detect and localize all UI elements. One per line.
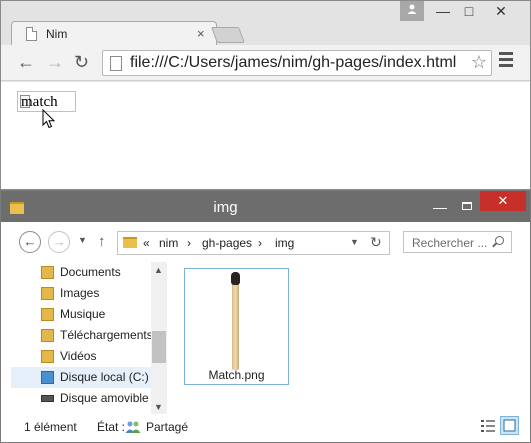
match-head	[231, 272, 240, 285]
refresh-button[interactable]: ↻	[370, 234, 382, 251]
scroll-down-chevron-icon[interactable]: ▼	[154, 402, 163, 412]
search-box[interactable]: Rechercher ...	[403, 231, 512, 253]
search-placeholder: Rechercher ...	[412, 236, 488, 250]
up-button[interactable]: ↑	[98, 233, 106, 250]
downloads-folder-icon	[41, 329, 54, 342]
breadcrumb-nim[interactable]: nim	[159, 236, 178, 250]
bookmark-star-icon[interactable]: ☆	[471, 52, 487, 73]
forward-button[interactable]: →	[48, 231, 70, 253]
state-value: Partagé	[146, 420, 189, 434]
shared-users-icon	[125, 421, 141, 433]
explorer-address-bar[interactable]: « nim › gh-pages › img ▼ ↻	[117, 231, 390, 255]
menu-icon[interactable]	[499, 52, 513, 70]
search-icon[interactable]	[495, 236, 504, 245]
removable-drive-icon	[41, 395, 54, 402]
person-icon[interactable]	[400, 1, 424, 21]
nav-item-images[interactable]: Images	[11, 283, 151, 304]
nav-item-musique[interactable]: Musique	[11, 304, 151, 325]
drive-icon	[41, 371, 54, 384]
nav-item-label: Disque local (C:)	[60, 370, 149, 384]
mouse-cursor-icon	[42, 109, 56, 129]
minimize-button[interactable]: —	[433, 199, 447, 215]
folder-icon	[123, 237, 137, 248]
status-bar: 1 élément État : Partagé	[1, 414, 530, 442]
back-button[interactable]: ←	[19, 231, 41, 253]
tab-strip: Nim × — □ ✕	[1, 1, 530, 46]
nav-item-label: Images	[60, 286, 100, 300]
details-view-icon[interactable]	[479, 417, 497, 435]
new-tab-button[interactable]	[211, 27, 245, 43]
pictures-folder-icon	[41, 287, 54, 300]
breadcrumb-overflow[interactable]: «	[143, 236, 150, 250]
breadcrumb-gh-pages[interactable]: gh-pages	[202, 236, 252, 250]
state-label: État :	[97, 420, 126, 434]
minimize-button[interactable]: —	[433, 1, 453, 21]
url-text[interactable]: file:///C:/Users/james/nim/gh-pages/inde…	[130, 54, 456, 72]
explorer-window: img — ✕ ← → ▼ ↑ « nim › gh-pages › img ▼…	[0, 190, 531, 443]
nav-item-label: Documents	[60, 265, 121, 279]
videos-folder-icon	[41, 350, 54, 363]
breadcrumb-separator[interactable]: ›	[187, 236, 191, 250]
explorer-titlebar: img — ✕	[1, 191, 530, 222]
file-list-pane: Match.png	[167, 262, 530, 414]
nav-scrollbar[interactable]: ▲ ▼	[151, 262, 167, 414]
tab-nim[interactable]: Nim ×	[11, 21, 217, 46]
nav-item-documents[interactable]: Documents	[11, 262, 151, 283]
nav-item-label: Vidéos	[60, 349, 97, 363]
reload-button[interactable]: ↻	[74, 52, 89, 73]
close-button[interactable]: ✕	[480, 191, 526, 211]
browser-toolbar: ← → ↻ file:///C:/Users/james/nim/gh-page…	[1, 45, 530, 81]
scrollbar-thumb[interactable]	[152, 331, 166, 363]
page-icon	[110, 56, 122, 71]
explorer-title: img	[213, 199, 238, 216]
item-count: 1 élément	[24, 420, 77, 434]
navigation-pane: Documents Images Musique Téléchargements…	[1, 262, 167, 414]
close-button[interactable]: ✕	[487, 1, 515, 21]
nav-item-label: Téléchargements	[60, 328, 152, 342]
nav-item-disque-local[interactable]: Disque local (C:)	[11, 367, 151, 388]
nav-item-telechargements[interactable]: Téléchargements	[11, 325, 152, 346]
breadcrumb-img[interactable]: img	[275, 236, 294, 250]
music-folder-icon	[41, 308, 54, 321]
file-name: Match.png	[208, 368, 265, 382]
breadcrumb-separator[interactable]: ›	[258, 236, 262, 250]
recent-locations-chevron-icon[interactable]: ▼	[78, 235, 87, 245]
file-item[interactable]: Match.png	[184, 268, 289, 385]
nav-item-label: Disque amovible	[60, 391, 149, 405]
address-dropdown-chevron-icon[interactable]: ▼	[350, 237, 359, 247]
nav-item-disque-amovible[interactable]: Disque amovible	[11, 388, 151, 409]
maximize-button[interactable]	[462, 202, 472, 210]
explorer-nav-bar: ← → ▼ ↑ « nim › gh-pages › img ▼ ↻ Reche…	[1, 222, 530, 262]
forward-button[interactable]: →	[46, 52, 64, 73]
documents-folder-icon	[41, 266, 54, 279]
browser-window: Nim × — □ ✕ ← → ↻ file:///C:/Users/james…	[0, 0, 531, 190]
back-button[interactable]: ←	[17, 52, 35, 73]
maximize-button[interactable]: □	[459, 1, 479, 21]
large-icons-view-icon[interactable]	[500, 416, 519, 435]
tab-title: Nim	[46, 27, 68, 41]
page-icon	[26, 27, 37, 41]
nav-item-label: Musique	[60, 307, 106, 321]
match-thumbnail	[232, 282, 239, 370]
page-viewport: match	[1, 82, 530, 189]
nav-item-videos[interactable]: Vidéos	[11, 346, 151, 367]
scroll-up-chevron-icon[interactable]: ▲	[154, 265, 163, 275]
tab-close-button[interactable]: ×	[197, 26, 205, 41]
address-bar[interactable]: file:///C:/Users/james/nim/gh-pages/inde…	[102, 50, 492, 76]
